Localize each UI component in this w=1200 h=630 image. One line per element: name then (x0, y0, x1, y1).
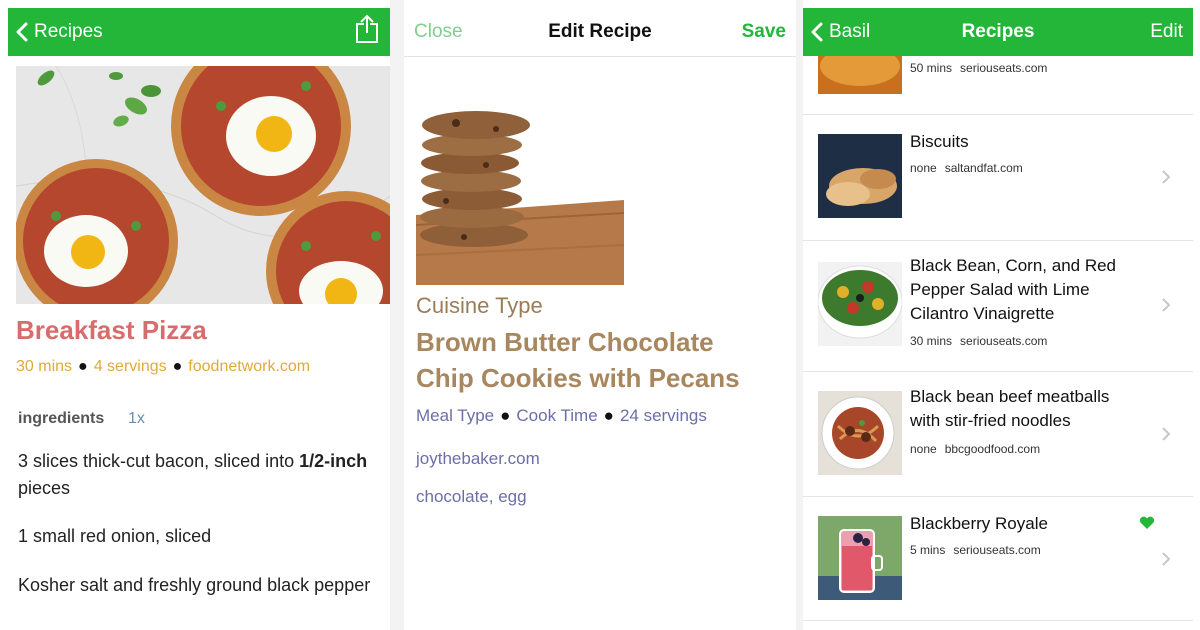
recipe-thumbnail (818, 516, 902, 600)
ingredient-bold-text: 1/2-inch (299, 451, 368, 471)
panel-divider (390, 0, 404, 630)
recipe-source: seriouseats.com (960, 334, 1048, 348)
back-label: Recipes (34, 21, 103, 42)
chevron-right-icon (1162, 427, 1171, 441)
ingredients-multiplier[interactable]: 1x (128, 410, 145, 428)
recipe-source: seriouseats.com (960, 61, 1048, 75)
recipe-time: 5 mins (910, 543, 946, 557)
back-button[interactable]: Basil (811, 21, 870, 43)
ingredient-text: 3 slices thick-cut bacon, sliced into (18, 451, 300, 471)
recipe-time: none (910, 161, 937, 175)
recipe-list-item[interactable]: Blackberry Royale 5 mins seriouseats.com (803, 496, 1193, 621)
recipe-time: none (910, 442, 937, 456)
edit-recipe-panel: Close Edit Recipe Save Cuisine Type Brow… (404, 0, 796, 630)
recipe-thumbnail (818, 56, 902, 94)
recipe-meta: none bbcgoodfood.com (910, 442, 1040, 456)
recipe-list-item[interactable]: Black bean beef meatballs with stir-frie… (803, 371, 1193, 497)
edit-nav-bar: Close Edit Recipe Save (404, 8, 796, 57)
recipe-thumbnail (818, 262, 902, 346)
recipe-list-item[interactable]: Black Bean, Corn, and Red Pepper Salad w… (803, 240, 1193, 372)
recipe-time: 30 mins (910, 334, 953, 348)
separator-dot: ● (172, 358, 183, 375)
recipe-thumbnail (818, 134, 902, 218)
nav-bar: Basil Recipes Edit (803, 8, 1193, 56)
ingredient-item: Kosher salt and freshly ground black pep… (18, 572, 373, 599)
ingredient-text: 1 small red onion, sliced (18, 526, 212, 546)
recipe-source: saltandfat.com (944, 161, 1023, 175)
recipe-meta: none saltandfat.com (910, 161, 1023, 175)
recipe-photo (16, 66, 390, 304)
separator-dot: ● (603, 406, 614, 425)
nav-bar: Recipes (8, 8, 390, 56)
recipe-name: Black Bean, Corn, and Red Pepper Salad w… (910, 256, 1117, 323)
edit-recipe-title: Edit Recipe (548, 21, 652, 42)
servings-field[interactable]: 24 servings (620, 406, 707, 425)
recipe-list-item[interactable]: 50 mins seriouseats.com (803, 56, 1193, 115)
ingredient-text: pieces (18, 478, 71, 498)
back-button[interactable]: Recipes (16, 21, 103, 43)
recipe-meta: 50 mins seriouseats.com (910, 61, 1047, 75)
recipe-title-field[interactable]: Brown Butter Chocolate Chip Cookies with… (416, 324, 776, 396)
recipe-thumbnail (818, 391, 902, 475)
chevron-left-icon (16, 22, 28, 42)
chevron-right-icon (1162, 552, 1171, 566)
save-button[interactable]: Save (742, 21, 786, 43)
recipe-meta: Meal Type ● Cook Time ● 24 servings (416, 406, 707, 426)
cuisine-type-field[interactable]: Cuisine Type (416, 293, 543, 319)
recipe-name: Biscuits (910, 132, 969, 151)
separator-dot: ● (500, 406, 511, 425)
recipe-source: bbcgoodfood.com (944, 442, 1041, 456)
back-label: Basil (829, 21, 871, 42)
meal-type-field[interactable]: Meal Type (416, 406, 494, 425)
ingredient-item: 1 small red onion, sliced (18, 523, 373, 550)
recipe-time: 50 mins (910, 61, 953, 75)
recipe-meta: 30 mins seriouseats.com (910, 334, 1047, 348)
separator-dot: ● (78, 358, 88, 375)
chevron-left-icon (811, 22, 823, 42)
close-button[interactable]: Close (414, 21, 463, 43)
recipe-list-item[interactable]: Biscuits none saltandfat.com (803, 114, 1193, 241)
source-field[interactable]: joythebaker.com (416, 449, 540, 469)
chevron-right-icon (1162, 298, 1171, 312)
recipe-source-link[interactable]: foodnetwork.com (188, 358, 310, 375)
edit-button[interactable]: Edit (1150, 21, 1183, 43)
recipe-detail-panel: Recipes Breakfast Pizza 30 mins ● 4 serv… (8, 0, 390, 630)
favorite-heart-icon[interactable] (1139, 516, 1155, 530)
recipe-servings[interactable]: 4 servings (94, 358, 167, 375)
ingredient-text: Kosher salt and freshly ground black pep… (18, 575, 371, 595)
panel-divider (796, 0, 803, 630)
recipe-name: Black bean beef meatballs with stir-frie… (910, 387, 1110, 430)
recipe-photo[interactable] (416, 105, 624, 285)
recipe-time: 30 mins (16, 358, 73, 375)
cook-time-field[interactable]: Cook Time (516, 406, 597, 425)
ingredients-heading: ingredients (18, 410, 105, 427)
tags-field[interactable]: chocolate, egg (416, 487, 527, 507)
recipe-title: Breakfast Pizza (16, 315, 207, 345)
chevron-right-icon (1162, 170, 1171, 184)
ingredient-item: 3 slices thick-cut bacon, sliced into 1/… (18, 448, 373, 502)
recipe-list-panel: Basil Recipes Edit 50 mins seriouseats.co… (803, 0, 1193, 630)
share-button[interactable] (354, 14, 380, 50)
recipe-name: Blackberry Royale (910, 514, 1048, 533)
recipe-meta: 30 mins ● 4 servings ● foodnetwork.com (16, 358, 310, 376)
recipe-meta: 5 mins seriouseats.com (910, 543, 1041, 557)
share-icon (356, 14, 378, 43)
recipe-source: seriouseats.com (953, 543, 1041, 557)
